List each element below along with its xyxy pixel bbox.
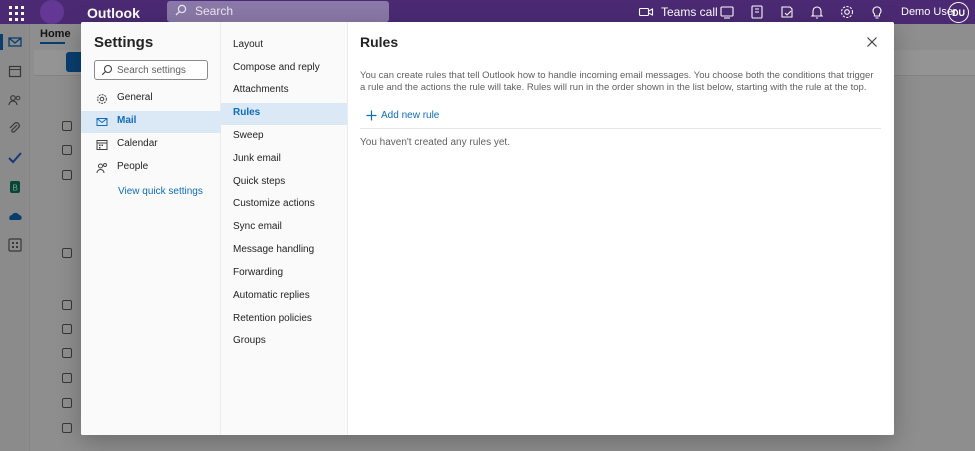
whiteboard-icon[interactable] [719,4,735,20]
subcategory-label: Message handling [233,244,315,255]
search-box[interactable]: Search [167,1,389,22]
category-label: Mail [117,115,137,126]
view-quick-settings-link[interactable]: View quick settings [118,186,203,197]
category-calendar[interactable]: Calendar [81,134,221,156]
gear-icon[interactable] [839,4,855,20]
subcategory-label: Automatic replies [233,290,310,301]
subcategory-forwarding[interactable]: Forwarding [221,263,347,285]
rules-content: Rules You can create rules that tell Out… [348,22,894,435]
avatar[interactable]: DU [948,2,969,23]
subcategory-label: Groups [233,335,266,346]
people-icon [96,163,107,174]
subcategory-label: Compose and reply [233,62,320,73]
subcategory-rules[interactable]: Rules [221,103,347,125]
subcategory-sweep[interactable]: Sweep [221,126,347,148]
teams-call-button[interactable]: Teams call [661,5,718,19]
category-label: People [117,161,149,172]
category-people[interactable]: People [81,157,221,179]
office-icon[interactable] [749,4,765,20]
forms-icon[interactable] [779,4,795,20]
settings-search-input[interactable] [117,63,205,77]
top-bar: Outlook Search Teams call Demo User DU [0,0,975,24]
subcategory-customize-actions[interactable]: Customize actions [221,194,347,216]
settings-category-pane: Settings General Mail Calendar People Vi… [81,22,221,435]
search-placeholder: Search [195,4,234,18]
empty-rules-message: You haven't created any rules yet. [360,137,510,148]
subcategory-label: Attachments [233,84,289,95]
subcategory-attachments[interactable]: Attachments [221,80,347,102]
subcategory-groups[interactable]: Groups [221,331,347,353]
divider [360,128,881,129]
calendar-icon [96,140,108,150]
page-title: Rules [360,34,399,50]
category-label: Calendar [117,138,158,149]
close-icon[interactable] [865,35,879,49]
category-general[interactable]: General [81,88,221,110]
subcategory-sync-email[interactable]: Sync email [221,217,347,239]
plus-icon [366,110,377,121]
subcategory-message-handling[interactable]: Message handling [221,240,347,262]
subcategory-label: Sweep [233,130,264,141]
category-mail[interactable]: Mail [81,111,221,133]
subcategory-label: Sync email [233,221,282,232]
mail-icon [96,118,108,126]
lightbulb-icon[interactable] [869,4,885,20]
rules-description: You can create rules that tell Outlook h… [360,70,874,93]
subcategory-retention-policies[interactable]: Retention policies [221,309,347,331]
add-new-rule-label: Add new rule [381,110,440,121]
search-icon [101,64,113,76]
subcategory-layout[interactable]: Layout [221,35,347,57]
settings-dialog: Settings General Mail Calendar People Vi… [81,22,894,435]
subcategory-label: Layout [233,39,264,50]
subcategory-label: Customize actions [233,198,315,209]
subcategory-label: Forwarding [233,267,284,278]
app-launcher-icon[interactable] [6,3,24,21]
settings-search-box[interactable] [94,60,208,80]
category-label: General [117,92,153,103]
video-call-icon[interactable] [638,4,654,20]
app-title: Outlook [87,5,140,21]
settings-title: Settings [94,34,154,51]
subcategory-junk-email[interactable]: Junk email [221,149,347,171]
brand-logo [40,0,64,24]
gear-icon [97,94,107,104]
bell-icon[interactable] [809,4,825,20]
subcategory-compose-and-reply[interactable]: Compose and reply [221,58,347,80]
subcategory-label: Rules [233,107,261,118]
subcategory-automatic-replies[interactable]: Automatic replies [221,286,347,308]
mail-subcategory-pane: Layout Compose and reply Attachments Rul… [221,22,348,435]
subcategory-label: Retention policies [233,313,312,324]
subcategory-label: Quick steps [233,176,286,187]
subcategory-label: Junk email [233,153,281,164]
subcategory-quick-steps[interactable]: Quick steps [221,172,347,194]
search-icon [175,4,187,16]
